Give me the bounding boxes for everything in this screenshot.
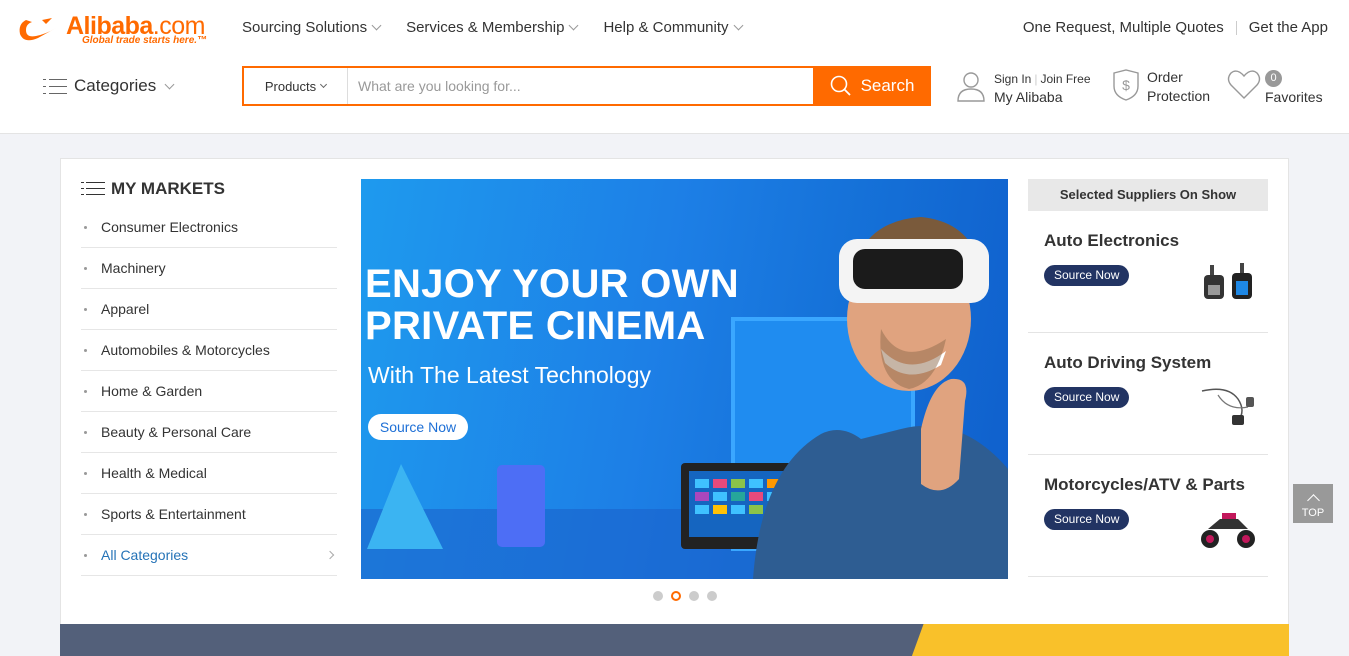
favorites-label: Favorites (1265, 89, 1323, 105)
chevron-down-icon (320, 80, 328, 89)
nav-help-community[interactable]: Help & Community (603, 19, 743, 36)
supplier-card[interactable]: Auto Electronics Source Now (1028, 211, 1268, 333)
search-button[interactable]: Search (813, 66, 931, 106)
chevron-down-icon (733, 20, 743, 31)
logo-tagline: Global trade starts here.™ (82, 35, 208, 46)
market-apparel[interactable]: Apparel (81, 289, 337, 330)
order-protection-line2: Protection (1147, 88, 1211, 104)
list-icon (81, 181, 105, 197)
join-free-link[interactable]: Join Free (1040, 72, 1090, 86)
carousel-dots (653, 591, 717, 601)
nav-services-membership[interactable]: Services & Membership (406, 19, 579, 36)
header: Alibaba.com Global trade starts here.™ S… (0, 0, 1349, 134)
source-now-button[interactable]: Source Now (1044, 387, 1130, 408)
promo-strip[interactable] (60, 624, 1289, 656)
top-right-links: One Request, Multiple Quotes Get the App (1023, 19, 1328, 36)
my-markets: MY MARKETS Consumer Electronics Machiner… (81, 177, 337, 576)
logo-mark-icon (19, 18, 57, 41)
carousel-dot-3[interactable] (689, 591, 699, 601)
chevron-down-icon (371, 20, 382, 31)
nav-sourcing-solutions[interactable]: Sourcing Solutions (242, 19, 382, 36)
market-beauty-personal-care[interactable]: Beauty & Personal Care (81, 412, 337, 453)
source-now-button[interactable]: Source Now (1044, 265, 1130, 286)
chevron-down-icon (569, 20, 579, 31)
banner-source-now-button[interactable]: Source Now (368, 414, 468, 440)
shield-dollar-icon: $ (1113, 69, 1139, 101)
carousel-dot-2[interactable] (671, 591, 681, 601)
market-machinery[interactable]: Machinery (81, 248, 337, 289)
back-to-top-button[interactable]: TOP (1293, 484, 1333, 523)
suppliers-heading: Selected Suppliers On Show (1028, 179, 1268, 211)
banner-subtitle: With The Latest Technology (368, 362, 651, 388)
market-consumer-electronics[interactable]: Consumer Electronics (81, 207, 337, 248)
markets-list: Consumer Electronics Machinery Apparel A… (81, 207, 337, 576)
categories-label: Categories (74, 76, 157, 95)
carousel-dot-1[interactable] (653, 591, 663, 601)
menu-list-icon (43, 78, 67, 95)
account-menu[interactable]: Sign In | Join Free My Alibaba (956, 70, 1091, 106)
chevron-up-icon (1306, 494, 1320, 507)
market-health-medical[interactable]: Health & Medical (81, 453, 337, 494)
wiring-icon (1201, 388, 1254, 425)
atv-icon (1201, 513, 1255, 548)
selected-suppliers: Selected Suppliers On Show Auto Electron… (1028, 179, 1268, 577)
supplier-name: Motorcycles/ATV & Parts (1044, 475, 1245, 494)
supplier-card[interactable]: Auto Driving System Source Now (1028, 333, 1268, 455)
favorites[interactable]: 0 Favorites (1227, 68, 1323, 105)
search-input[interactable] (348, 68, 813, 104)
categories-menu[interactable]: Categories (43, 76, 175, 96)
market-home-garden[interactable]: Home & Garden (81, 371, 337, 412)
order-protection-line1: Order (1147, 69, 1183, 85)
svg-text:$: $ (1122, 77, 1130, 93)
market-automobiles-motorcycles[interactable]: Automobiles & Motorcycles (81, 330, 337, 371)
heart-icon (1227, 70, 1261, 99)
rfq-link[interactable]: One Request, Multiple Quotes (1023, 19, 1224, 36)
supplier-name: Auto Driving System (1044, 353, 1212, 372)
divider (1235, 20, 1237, 35)
supplier-name: Auto Electronics (1044, 231, 1180, 250)
sign-in-link[interactable]: Sign In (994, 72, 1031, 86)
hero-banner[interactable]: ENJOY YOUR OWN PRIVATE CINEMA With The La… (361, 179, 1008, 579)
search-icon (830, 75, 851, 96)
alibaba-logo[interactable]: Alibaba.com Global trade starts here.™ (16, 12, 216, 48)
get-app-link[interactable]: Get the App (1249, 19, 1328, 36)
all-categories-link[interactable]: All Categories (81, 535, 337, 576)
favorites-count: 0 (1265, 70, 1282, 87)
banner-headline: ENJOY YOUR OWN PRIVATE CINEMA (365, 262, 739, 348)
my-alibaba-label[interactable]: My Alibaba (994, 88, 1091, 106)
carousel-dot-4[interactable] (707, 591, 717, 601)
search-bar: Products Search (242, 66, 931, 106)
order-protection[interactable]: $ Order Protection (1111, 68, 1210, 106)
chevron-down-icon (164, 79, 175, 89)
dashcam-icon (1204, 263, 1252, 299)
source-now-button[interactable]: Source Now (1044, 509, 1130, 530)
top-nav: Sourcing Solutions Services & Membership… (242, 19, 768, 36)
supplier-card[interactable]: Motorcycles/ATV & Parts Source Now (1028, 455, 1268, 577)
main-panel: MY MARKETS Consumer Electronics Machiner… (60, 158, 1289, 628)
search-scope-select[interactable]: Products (244, 68, 348, 104)
promo-strip-accent (909, 624, 1289, 656)
user-icon (957, 72, 985, 102)
market-sports-entertainment[interactable]: Sports & Entertainment (81, 494, 337, 535)
my-markets-heading: MY MARKETS (81, 177, 337, 201)
chevron-right-icon (325, 550, 335, 560)
